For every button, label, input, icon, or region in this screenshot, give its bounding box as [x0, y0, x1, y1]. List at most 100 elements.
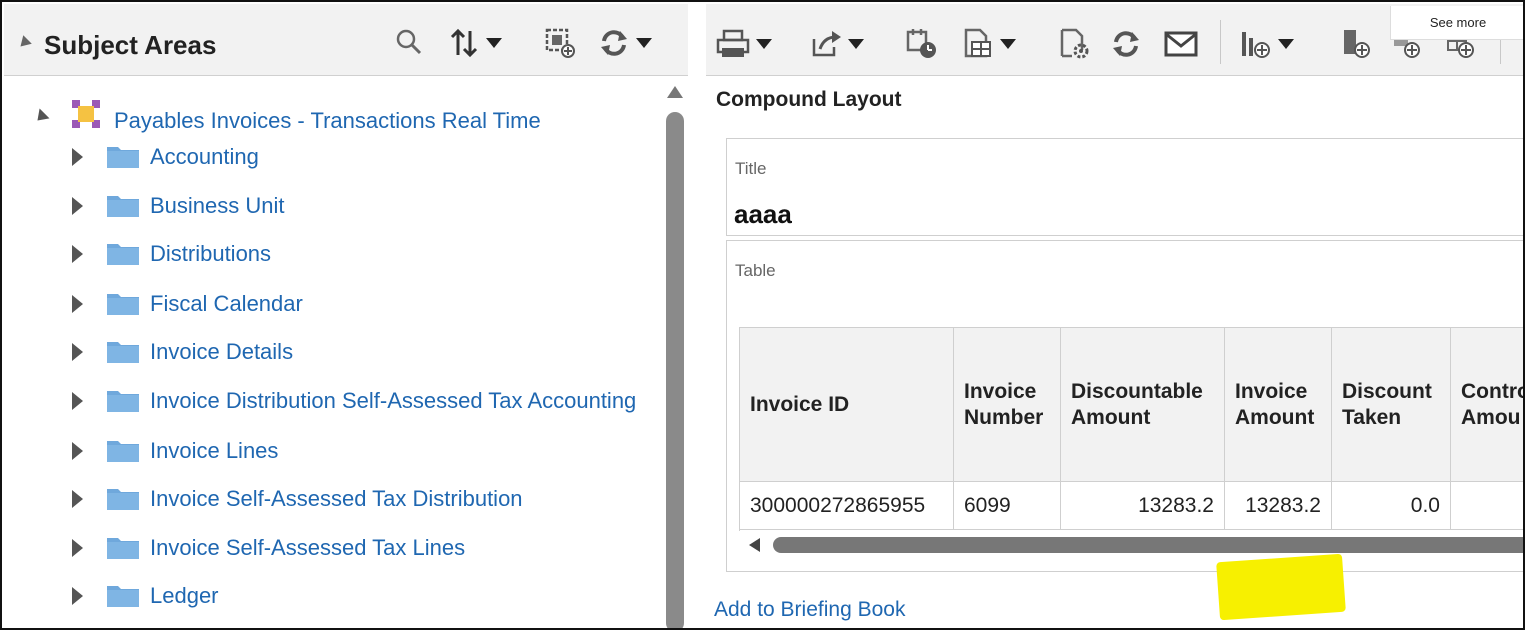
column-header-label: Contro Amou	[1461, 380, 1525, 429]
schedule-icon[interactable]	[906, 26, 938, 62]
column-header-label: Discountable Amount	[1071, 380, 1203, 429]
folder-label[interactable]: Invoice Details	[150, 339, 293, 365]
refresh-icon[interactable]	[1110, 26, 1142, 62]
folder-icon	[107, 294, 139, 315]
scroll-left-icon[interactable]	[749, 538, 760, 552]
refresh-icon[interactable]	[598, 26, 652, 60]
subject-area-tree: Payables Invoices - Transactions Real Ti…	[4, 76, 664, 628]
tree-folder-item[interactable]: Invoice Self-Assessed Tax Lines	[4, 527, 664, 567]
table-view-caption: Table	[735, 261, 776, 280]
expand-icon[interactable]	[72, 197, 83, 215]
tree-folder-item[interactable]: Invoice Distribution Self-Assessed Tax A…	[4, 380, 664, 420]
expand-icon[interactable]	[72, 392, 83, 410]
table-cell	[1451, 482, 1523, 530]
tree-folder-item[interactable]: Invoice Lines	[4, 430, 664, 470]
expand-icon[interactable]	[72, 245, 83, 263]
expand-icon[interactable]	[72, 148, 83, 166]
column-header-label: Invoice ID	[750, 393, 850, 416]
collapse-icon[interactable]	[16, 35, 32, 51]
folder-label[interactable]: Business Unit	[150, 193, 285, 219]
window-frame: Subject Areas Payables Invoices - Transa…	[0, 0, 1525, 630]
column-header-label: Discount Taken	[1342, 380, 1432, 429]
title-view-caption: Title	[735, 159, 767, 178]
horizontal-scrollbar[interactable]	[739, 533, 1523, 557]
expand-icon[interactable]	[72, 343, 83, 361]
column-header[interactable]: Discount Taken	[1332, 328, 1451, 482]
scrollbar-thumb[interactable]	[773, 537, 1523, 553]
folder-icon	[107, 538, 139, 559]
settings-icon[interactable]	[1058, 26, 1090, 62]
column-header[interactable]: Contro Amou	[1451, 328, 1525, 482]
add-chart-dropdown-icon[interactable]	[1278, 39, 1294, 49]
folder-icon	[107, 147, 139, 168]
subject-areas-header: Subject Areas	[4, 4, 688, 76]
compound-layout-heading: Compound Layout	[716, 88, 902, 111]
expand-icon[interactable]	[72, 490, 83, 508]
column-header-label: Invoice Number	[964, 380, 1044, 429]
add-chart-icon[interactable]	[1240, 26, 1294, 62]
folder-icon	[107, 342, 139, 363]
subject-area-name[interactable]: Payables Invoices - Transactions Real Ti…	[114, 108, 541, 134]
tree-folder-item[interactable]: Ledger	[4, 575, 664, 615]
tree-root-subject-area[interactable]: Payables Invoices - Transactions Real Ti…	[4, 88, 664, 133]
column-header[interactable]: Invoice Number	[954, 328, 1061, 482]
expand-icon[interactable]	[72, 587, 83, 605]
scroll-up-icon[interactable]	[667, 86, 683, 98]
expand-icon[interactable]	[72, 539, 83, 557]
see-more-button[interactable]: See more	[1390, 6, 1523, 40]
folder-icon	[107, 489, 139, 510]
tree-folder-item[interactable]: Distributions	[4, 233, 664, 273]
email-icon[interactable]	[1164, 26, 1198, 62]
sort-dropdown-icon[interactable]	[486, 38, 502, 48]
analysis-editor: See more Compound Layout Title aaaa Tabl…	[706, 4, 1525, 628]
expand-collapse-icon[interactable]	[32, 108, 50, 126]
expand-icon[interactable]	[72, 442, 83, 460]
title-view[interactable]: Title aaaa	[726, 138, 1523, 236]
column-header[interactable]: Invoice ID	[740, 328, 954, 482]
folder-icon	[107, 441, 139, 462]
folder-icon	[107, 391, 139, 412]
tree-folder-item[interactable]: Invoice Details	[4, 331, 664, 371]
add-column-icon[interactable]	[1342, 26, 1372, 62]
tree-folder-item[interactable]: Invoice Self-Assessed Tax Distribution	[4, 478, 664, 518]
table-cell: 0.0	[1332, 482, 1451, 530]
folder-label[interactable]: Invoice Self-Assessed Tax Lines	[150, 535, 465, 561]
table-cell: 6099	[954, 482, 1061, 530]
folder-label[interactable]: Distributions	[150, 241, 271, 267]
title-view-value: aaaa	[734, 199, 792, 229]
vertical-scrollbar[interactable]	[664, 76, 688, 628]
folder-label[interactable]: Invoice Self-Assessed Tax Distribution	[150, 486, 523, 512]
tree-folder-item[interactable]: Accounting	[4, 136, 664, 176]
subject-area-icon	[70, 98, 102, 130]
view-properties-dropdown-icon[interactable]	[1000, 39, 1016, 49]
sort-icon[interactable]	[448, 26, 502, 60]
folder-label[interactable]: Accounting	[150, 144, 259, 170]
search-icon[interactable]	[394, 26, 424, 60]
results-table: Invoice ID Invoice Number Discountable A…	[739, 327, 1525, 621]
add-view-icon[interactable]	[544, 26, 576, 60]
export-icon[interactable]	[810, 26, 864, 62]
add-to-briefing-book-link[interactable]: Add to Briefing Book	[714, 598, 905, 622]
expand-icon[interactable]	[72, 295, 83, 313]
table-view[interactable]: Table Invoice ID Invoice Number Discount…	[726, 240, 1525, 621]
folder-label[interactable]: Invoice Lines	[150, 438, 278, 464]
table-cell: 13283.2	[1061, 482, 1225, 530]
column-header-label: Invoice Amount	[1235, 380, 1315, 429]
column-header[interactable]: Discountable Amount	[1061, 328, 1225, 482]
refresh-dropdown-icon[interactable]	[636, 38, 652, 48]
subject-areas-title: Subject Areas	[44, 30, 217, 60]
export-dropdown-icon[interactable]	[848, 39, 864, 49]
view-properties-icon[interactable]	[962, 26, 1016, 62]
tree-folder-item[interactable]: Business Unit	[4, 185, 664, 225]
tree-folder-item[interactable]: Fiscal Calendar	[4, 283, 664, 323]
column-header[interactable]: Invoice Amount	[1225, 328, 1332, 482]
folder-label[interactable]: Invoice Distribution Self-Assessed Tax A…	[150, 388, 636, 414]
print-icon[interactable]	[716, 26, 772, 62]
folder-icon	[107, 586, 139, 607]
table-cell: 300000272865955	[740, 482, 954, 530]
scrollbar-thumb[interactable]	[666, 112, 684, 628]
print-dropdown-icon[interactable]	[756, 39, 772, 49]
folder-label[interactable]: Fiscal Calendar	[150, 291, 303, 317]
subject-areas-pane: Subject Areas Payables Invoices - Transa…	[4, 4, 688, 628]
folder-label[interactable]: Ledger	[150, 583, 219, 609]
